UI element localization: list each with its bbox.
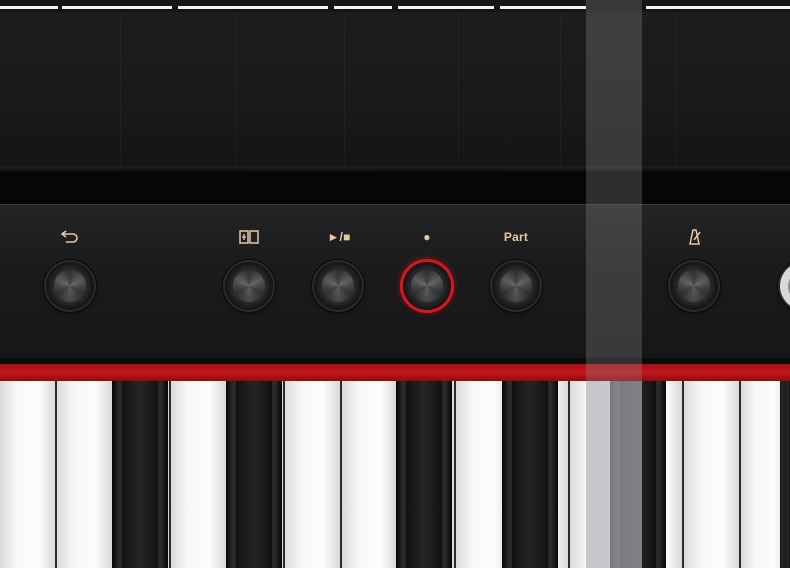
red-felt-strip bbox=[0, 364, 790, 381]
record-button[interactable] bbox=[403, 262, 451, 310]
undo-button[interactable] bbox=[46, 262, 94, 310]
black-key[interactable] bbox=[502, 381, 558, 568]
record-dot-icon: ● bbox=[423, 230, 431, 244]
undo-arrow-icon bbox=[43, 228, 99, 246]
part-button[interactable] bbox=[492, 262, 540, 310]
white-key[interactable] bbox=[342, 381, 399, 568]
part-label: Part bbox=[503, 230, 529, 244]
speaker-cabinet bbox=[0, 12, 790, 172]
top-line bbox=[334, 6, 392, 9]
top-line bbox=[398, 6, 494, 9]
white-key[interactable] bbox=[57, 381, 114, 568]
top-line bbox=[0, 6, 58, 9]
top-line bbox=[178, 6, 328, 9]
white-key[interactable] bbox=[684, 381, 741, 568]
black-key[interactable] bbox=[112, 381, 168, 568]
watermark-band bbox=[586, 381, 642, 568]
metronome-icon bbox=[666, 228, 722, 246]
black-key[interactable] bbox=[226, 381, 282, 568]
black-key[interactable] bbox=[396, 381, 452, 568]
cabinet-gap bbox=[0, 172, 790, 204]
play-stop-icon: ►/■ bbox=[327, 230, 351, 244]
top-line bbox=[646, 6, 790, 9]
play-stop-button[interactable] bbox=[314, 262, 362, 310]
top-line bbox=[62, 6, 172, 9]
metronome-button[interactable] bbox=[670, 262, 718, 310]
white-key[interactable] bbox=[285, 381, 342, 568]
book-button[interactable] bbox=[225, 262, 273, 310]
book-icon bbox=[221, 228, 277, 246]
top-strip bbox=[0, 0, 790, 12]
top-line bbox=[500, 6, 586, 9]
black-key[interactable] bbox=[780, 381, 790, 568]
white-key[interactable] bbox=[0, 381, 57, 568]
white-key[interactable] bbox=[171, 381, 228, 568]
